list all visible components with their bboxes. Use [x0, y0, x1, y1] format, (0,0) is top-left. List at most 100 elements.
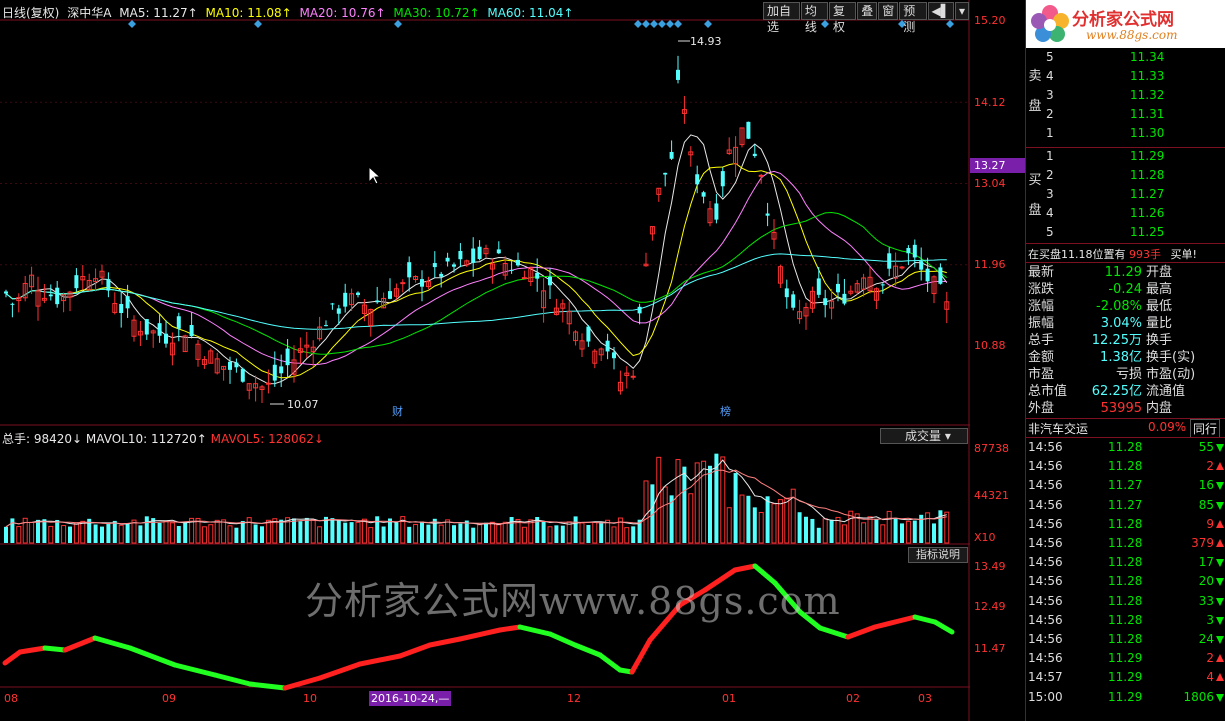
volume-bar — [874, 519, 879, 543]
stat-row: 涨跌 -0.24 最高 — [1028, 281, 1225, 298]
chart-area[interactable]: 日线(复权) 深中华A MA5: 11.27↑ MA10: 11.08↑ MA2… — [0, 0, 1026, 721]
volume-bar — [656, 456, 662, 544]
candle-body — [265, 382, 271, 385]
volume-bar — [426, 524, 431, 543]
ask-row[interactable]: 3 11.32 — [1046, 88, 1225, 107]
volume-bar — [151, 518, 156, 543]
ask-row[interactable]: 2 11.31 — [1046, 107, 1225, 126]
ask-row[interactable]: 5 11.34 — [1046, 50, 1225, 69]
tick-volume: 55 — [1198, 440, 1214, 454]
tick-time: 14:56 — [1028, 497, 1063, 512]
volume-bar — [726, 507, 732, 544]
candle-body — [285, 348, 290, 366]
indicator-curve-segment — [2, 649, 23, 666]
bid-row[interactable]: 5 11.25 — [1046, 225, 1225, 244]
tick-volume: 379 — [1191, 536, 1214, 550]
volume-bar — [452, 525, 456, 543]
volume-bar — [112, 520, 117, 543]
candle-body — [164, 333, 168, 344]
quote-panel: 分析家公式网 www.88gs.com 卖 盘 5 11.34 4 11.33 3 11.… — [1025, 0, 1225, 721]
candle-body — [521, 277, 527, 280]
candle-body — [458, 250, 463, 260]
indicator-curve-segment — [497, 624, 523, 633]
candle-body — [695, 174, 700, 185]
volume-bar — [471, 527, 476, 543]
volume-bar — [662, 486, 668, 544]
stat-label: 外盘 — [1028, 401, 1055, 416]
ask-row[interactable]: 1 11.30 — [1046, 126, 1225, 145]
volume-bar — [746, 495, 751, 543]
volume-bar — [253, 524, 258, 543]
bid-price: 11.28 — [1130, 168, 1165, 182]
tick-price: 11.28 — [1108, 632, 1143, 646]
volume-bar — [317, 526, 323, 544]
volume-bar — [394, 522, 399, 543]
ask-level: 1 — [1046, 126, 1054, 140]
stat-row: 振幅 3.04% 量比 — [1028, 315, 1225, 332]
bid-row[interactable]: 4 11.26 — [1046, 206, 1225, 225]
window-button[interactable]: 窗 — [878, 2, 899, 20]
stat-value: 53995 — [1100, 401, 1142, 416]
ask-level: 2 — [1046, 107, 1054, 121]
period-label[interactable]: 日线(复权) — [2, 6, 59, 20]
peer-tab[interactable]: 同行 — [1190, 419, 1221, 438]
volume-bar — [361, 518, 367, 544]
ranking-marker[interactable]: 榜 — [720, 403, 731, 419]
expand-icon[interactable]: ◀▌ — [927, 2, 954, 20]
indicator-curve-segment — [357, 653, 403, 667]
volume-bar — [477, 524, 483, 544]
candle-body — [240, 368, 245, 382]
candle-body — [765, 213, 770, 216]
moving-average-line — [5, 134, 948, 385]
overlay-button[interactable]: 叠 — [857, 2, 878, 20]
indicator-help-button[interactable]: 指标说明 — [908, 547, 968, 563]
stat-label: 涨跌 — [1028, 282, 1055, 297]
indicator-curve-segment — [912, 614, 938, 625]
tick-time: 14:56 — [1028, 459, 1063, 474]
order-alert[interactable]: 在买盘11.18位置有 993手 买单! — [1028, 246, 1197, 262]
candle-body — [407, 262, 412, 278]
ask-row[interactable]: 4 11.33 — [1046, 69, 1225, 88]
candle-body — [48, 294, 53, 297]
volume-bar — [208, 524, 214, 544]
tick-time: 14:56 — [1028, 574, 1063, 589]
candle-body — [477, 246, 482, 260]
price-axis-label: 10.88 — [974, 339, 1006, 352]
sector-name: 非汽车交运 — [1028, 422, 1089, 436]
bid-row[interactable]: 2 11.28 — [1046, 168, 1225, 187]
volume-bar — [535, 517, 540, 543]
indicator-curve-segment — [92, 635, 133, 651]
volume-bar — [771, 503, 777, 544]
indicator-curve-segment — [62, 635, 98, 653]
volume-bar — [432, 518, 437, 543]
candle-body — [106, 279, 111, 291]
candle-body — [535, 272, 540, 279]
ma10-value: MA10: 11.08↑ — [205, 6, 292, 20]
order-alert-qty: 993手 — [1129, 248, 1161, 261]
finance-marker[interactable]: 财 — [392, 403, 403, 419]
candle-body — [746, 121, 751, 139]
down-arrow-icon — [1216, 616, 1224, 625]
stat-row: 市盈 亏损 市盈(动) — [1028, 366, 1225, 383]
ma-button[interactable]: 均线 — [800, 2, 829, 34]
candle-body — [10, 303, 15, 305]
stat-label-secondary: 最低 — [1146, 299, 1173, 314]
adjust-button[interactable]: 复权 — [829, 2, 857, 34]
volume-bar — [841, 524, 847, 544]
flower-logo-icon — [1031, 5, 1069, 42]
volume-bar — [804, 516, 808, 543]
stock-name: 深中华A — [67, 6, 112, 20]
indicator-axis-label: 11.47 — [974, 642, 1006, 655]
sector-row[interactable]: 非汽车交运 0.09% 同行 — [1028, 419, 1224, 438]
stat-value: 11.29 — [1104, 265, 1142, 280]
stat-row: 最新 11.29 开盘 — [1028, 264, 1225, 281]
candle-body — [420, 279, 424, 287]
forecast-button[interactable]: 预测 — [899, 2, 927, 34]
bid-row[interactable]: 3 11.27 — [1046, 187, 1225, 206]
bid-row[interactable]: 1 11.29 — [1046, 149, 1225, 168]
chevron-down-icon[interactable]: ▾ — [954, 2, 969, 20]
volume-bar — [560, 525, 565, 543]
add-watchlist-button[interactable]: 加自选 — [763, 2, 800, 34]
volume-indicator-select[interactable]: 成交量 ▾ — [880, 428, 968, 444]
indicator-curve-segment — [172, 662, 218, 678]
